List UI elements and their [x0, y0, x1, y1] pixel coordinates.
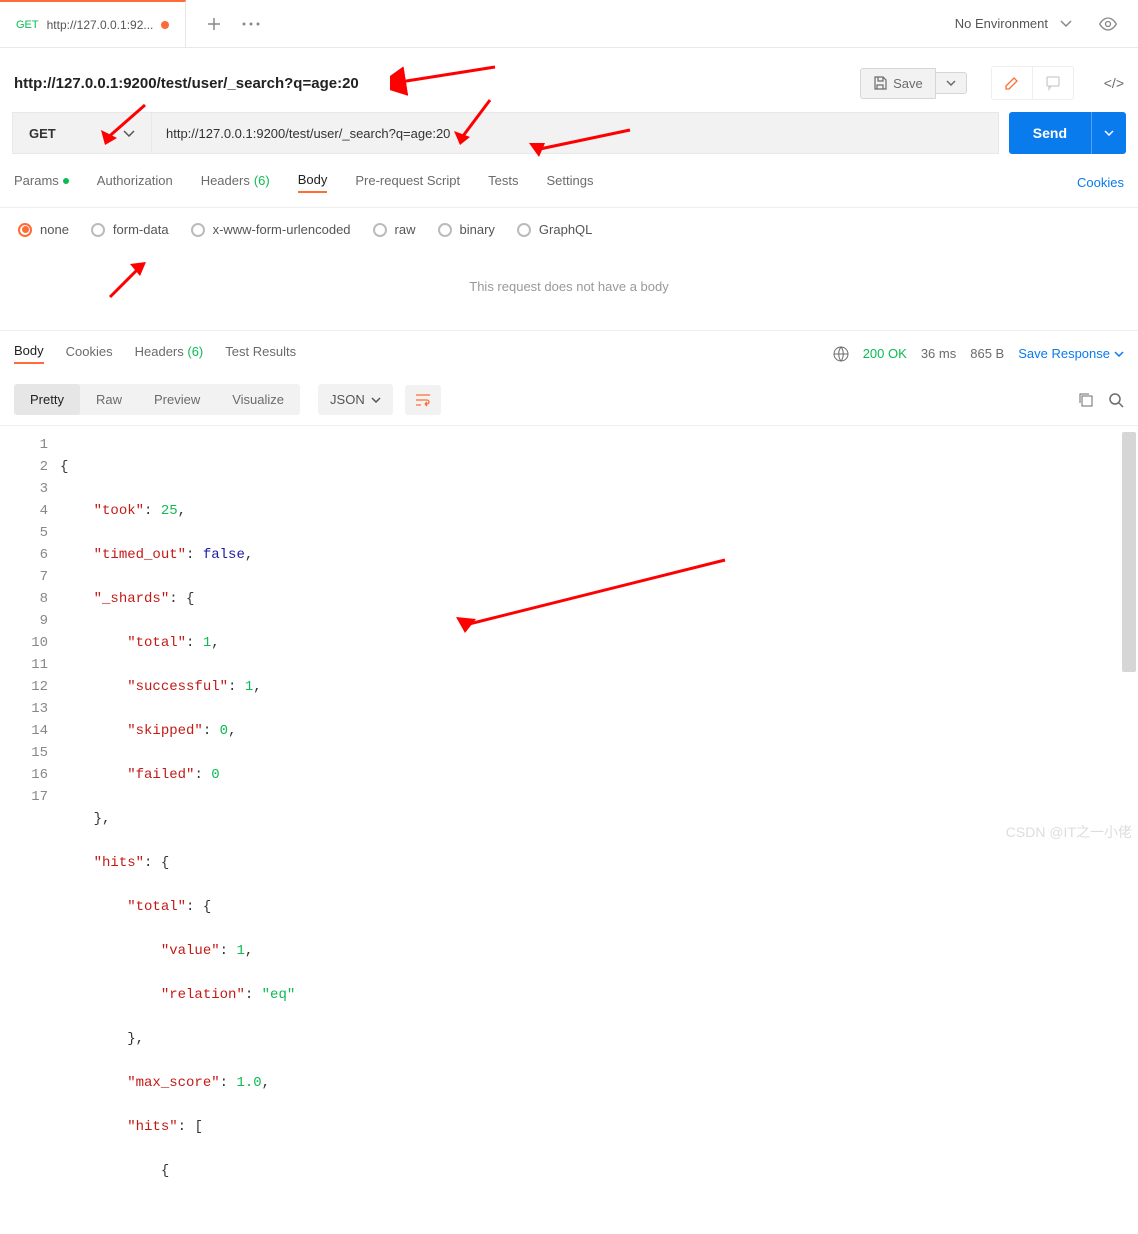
params-indicator-icon	[63, 178, 69, 184]
response-body-code[interactable]: 1234567891011121314151617 { "took": 25, …	[0, 426, 1138, 1234]
scrollbar[interactable]	[1122, 432, 1136, 672]
request-title: http://127.0.0.1:9200/test/user/_search?…	[14, 75, 359, 92]
radio-icon	[517, 223, 531, 237]
line-gutter: 1234567891011121314151617	[0, 426, 60, 1234]
watermark: CSDN @IT之一小佬	[1006, 822, 1132, 842]
search-icon[interactable]	[1108, 392, 1124, 408]
send-button[interactable]: Send	[1009, 112, 1091, 154]
request-tab[interactable]: GET http://127.0.0.1:92...	[0, 0, 186, 47]
env-preview-icon[interactable]	[1098, 17, 1118, 31]
tab-more-icon[interactable]	[242, 22, 260, 26]
radio-icon	[438, 223, 452, 237]
resp-tab-body[interactable]: Body	[14, 343, 44, 364]
format-select[interactable]: JSON	[318, 384, 393, 415]
globe-icon[interactable]	[833, 346, 849, 362]
tab-method: GET	[16, 19, 39, 31]
tab-title: http://127.0.0.1:92...	[47, 18, 154, 32]
view-preview[interactable]: Preview	[138, 384, 216, 415]
radio-icon	[18, 223, 32, 237]
method-value: GET	[29, 126, 56, 141]
tab-authorization[interactable]: Authorization	[97, 173, 173, 192]
body-type-graphql[interactable]: GraphQL	[517, 222, 592, 237]
resp-tab-test-results[interactable]: Test Results	[225, 344, 296, 363]
comment-icon[interactable]	[1032, 67, 1073, 99]
url-input[interactable]	[152, 112, 999, 154]
edit-icon[interactable]	[992, 67, 1032, 99]
chevron-down-icon	[123, 130, 135, 137]
view-visualize[interactable]: Visualize	[216, 384, 300, 415]
radio-icon	[191, 223, 205, 237]
radio-icon	[91, 223, 105, 237]
view-pretty[interactable]: Pretty	[14, 384, 80, 415]
save-button[interactable]: Save	[860, 68, 936, 99]
save-dropdown[interactable]	[936, 72, 967, 94]
new-tab-plus-icon[interactable]	[206, 16, 222, 32]
save-response-button[interactable]: Save Response	[1018, 346, 1124, 361]
body-type-none[interactable]: none	[18, 222, 69, 237]
response-size: 865 B	[970, 346, 1004, 361]
wrap-lines-icon[interactable]	[405, 385, 441, 415]
save-button-label: Save	[893, 76, 923, 91]
tab-body[interactable]: Body	[298, 172, 328, 193]
body-type-raw[interactable]: raw	[373, 222, 416, 237]
tab-prerequest[interactable]: Pre-request Script	[355, 173, 460, 192]
view-raw[interactable]: Raw	[80, 384, 138, 415]
send-dropdown[interactable]	[1091, 112, 1126, 154]
body-type-binary[interactable]: binary	[438, 222, 495, 237]
status-code: 200 OK	[863, 346, 907, 361]
chevron-down-icon[interactable]	[1060, 20, 1072, 28]
radio-icon	[373, 223, 387, 237]
tab-headers[interactable]: Headers (6)	[201, 173, 270, 192]
resp-tab-headers[interactable]: Headers (6)	[135, 344, 204, 363]
unsaved-dot-icon	[161, 21, 169, 29]
no-body-message: This request does not have a body	[0, 251, 1138, 330]
tab-tests[interactable]: Tests	[488, 173, 518, 192]
environment-label[interactable]: No Environment	[955, 16, 1048, 31]
body-type-form-data[interactable]: form-data	[91, 222, 169, 237]
cookies-link[interactable]: Cookies	[1077, 175, 1124, 190]
save-icon	[873, 76, 887, 90]
tab-settings[interactable]: Settings	[546, 173, 593, 192]
copy-icon[interactable]	[1078, 392, 1094, 408]
method-select[interactable]: GET	[12, 112, 152, 154]
code-content: { "took": 25, "timed_out": false, "_shar…	[60, 426, 1138, 1234]
response-time: 36 ms	[921, 346, 956, 361]
code-toggle-icon[interactable]: </>	[1104, 75, 1124, 91]
body-type-urlencoded[interactable]: x-www-form-urlencoded	[191, 222, 351, 237]
tab-params[interactable]: Params	[14, 173, 69, 192]
resp-tab-cookies[interactable]: Cookies	[66, 344, 113, 363]
